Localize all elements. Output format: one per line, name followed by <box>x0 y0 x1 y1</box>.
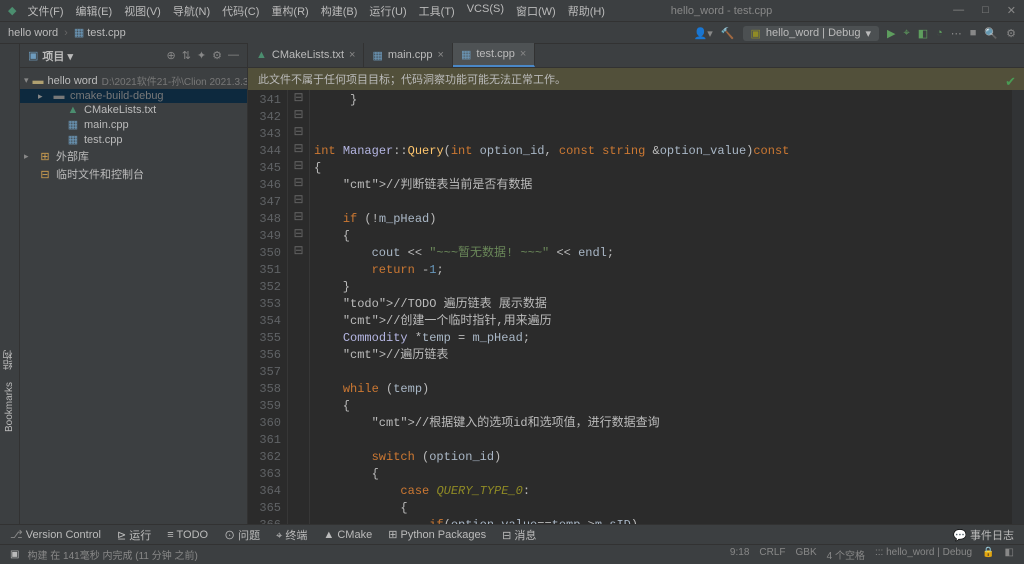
event-log[interactable]: 💬 事件日志 <box>953 527 1014 543</box>
hide-icon[interactable]: — <box>228 49 239 62</box>
menu-file[interactable]: 文件(F) <box>22 1 68 21</box>
gear-icon[interactable]: ⚙ <box>212 49 222 62</box>
status-context[interactable]: ::: hello_word | Debug <box>875 547 972 562</box>
warning-bar[interactable]: 此文件不属于任何项目目标；代码洞察功能可能无法正常工作。 <box>248 68 1024 90</box>
cpp-icon: ▦ <box>74 26 84 39</box>
close-icon[interactable]: ✕ <box>1007 4 1016 17</box>
editor: ▲ CMakeLists.txt × ▦ main.cpp × ▦ test.c… <box>248 44 1024 524</box>
tab-messages[interactable]: ⊟ 消息 <box>502 527 536 543</box>
tab-terminal[interactable]: ⌖ 终端 <box>276 527 307 543</box>
cpp-icon: ▦ <box>372 49 382 62</box>
bottom-toolwindow-bar: ⎇ Version Control ⊵ 运行 ≡ TODO ⊙ 问题 ⌖ 终端 … <box>0 524 1024 544</box>
left-toolwindow-bar: 结构 Bookmarks <box>0 44 20 524</box>
coverage-icon[interactable]: ◧ <box>918 27 928 40</box>
menu-run[interactable]: 运行(U) <box>364 1 411 21</box>
tab-test[interactable]: ▦ test.cpp × <box>453 43 535 67</box>
status-ide-icon[interactable]: ◧ <box>1005 547 1014 562</box>
code-area: 3413423433443453463473483493503513523533… <box>248 90 1024 524</box>
breadcrumb-sep: › <box>64 27 68 39</box>
tab-todo[interactable]: ≡ TODO <box>167 529 208 541</box>
tree-external[interactable]: ▸⊞ 外部库 <box>20 147 247 165</box>
close-icon[interactable]: × <box>520 48 526 60</box>
debug-icon[interactable]: ⌖ <box>904 27 910 40</box>
settings-icon[interactable]: ⚙ <box>1006 27 1016 40</box>
tool-structure[interactable]: 结构 <box>0 344 19 376</box>
status-position[interactable]: 9:18 <box>730 547 749 562</box>
breadcrumb-file[interactable]: test.cpp <box>87 27 126 39</box>
menu-edit[interactable]: 编辑(E) <box>71 1 118 21</box>
menu-window[interactable]: 窗口(W) <box>511 1 561 21</box>
attach-icon[interactable]: ⋯ <box>951 27 962 40</box>
search-icon[interactable]: 🔍 <box>984 27 998 40</box>
stop-icon[interactable]: ■ <box>970 27 977 39</box>
window-title: hello_word - test.cpp <box>610 5 953 17</box>
menu-bar: 文件(F) 编辑(E) 视图(V) 导航(N) 代码(C) 重构(R) 构建(B… <box>22 1 610 21</box>
maximize-icon[interactable]: □ <box>982 4 989 17</box>
menu-refactor[interactable]: 重构(R) <box>266 1 313 21</box>
show-tools-icon[interactable]: ▣ <box>10 549 19 560</box>
build-hammer-icon[interactable]: 🔨 <box>721 27 735 40</box>
tool-bookmarks[interactable]: Bookmarks <box>2 376 17 438</box>
cpp-icon: ▦ <box>461 48 471 61</box>
tab-cmake[interactable]: ▲ CMake <box>323 529 372 541</box>
breadcrumb-project[interactable]: hello word <box>8 27 58 39</box>
tab-run[interactable]: ⊵ 运行 <box>117 527 151 543</box>
sidebar-header: ▣ 项目 ▾ ⊕ ⇅ ✦ ⚙ — <box>20 44 247 68</box>
tab-python-packages[interactable]: ⊞ Python Packages <box>388 528 486 541</box>
tab-main[interactable]: ▦ main.cpp × <box>364 43 452 67</box>
collapse-icon[interactable]: ✦ <box>197 49 206 62</box>
code-editor[interactable]: } int Manager::Query(int option_id, cons… <box>310 90 1012 524</box>
status-line-sep[interactable]: CRLF <box>759 547 785 562</box>
run-config[interactable]: ▣hello_word | Debug▾ <box>743 26 880 41</box>
expand-icon[interactable]: ⇅ <box>182 49 191 62</box>
project-sidebar: ▣ 项目 ▾ ⊕ ⇅ ✦ ⚙ — ▾▬ hello word D:\2021软件… <box>20 44 248 524</box>
menu-help[interactable]: 帮助(H) <box>563 1 610 21</box>
menu-view[interactable]: 视图(V) <box>119 1 166 21</box>
menu-tools[interactable]: 工具(T) <box>414 1 460 21</box>
analysis-ok-icon[interactable]: ✔ <box>1005 74 1016 90</box>
tree-root[interactable]: ▾▬ hello word D:\2021软件21-孙\Clion 2021.3… <box>20 72 247 89</box>
titlebar: ◆ 文件(F) 编辑(E) 视图(V) 导航(N) 代码(C) 重构(R) 构建… <box>0 0 1024 22</box>
tree-cmake-debug[interactable]: ▸▬ cmake-build-debug <box>20 89 247 103</box>
tree-scratch[interactable]: ⊟ 临时文件和控制台 <box>20 165 247 183</box>
tree-main-cpp[interactable]: ▦ main.cpp <box>20 117 247 132</box>
run-icon[interactable]: ▶ <box>887 27 895 40</box>
menu-code[interactable]: 代码(C) <box>217 1 264 21</box>
menu-vcs[interactable]: VCS(S) <box>462 1 509 21</box>
main: 结构 Bookmarks ▣ 项目 ▾ ⊕ ⇅ ✦ ⚙ — ▾▬ hello w… <box>0 44 1024 524</box>
close-icon[interactable]: × <box>438 49 444 61</box>
sidebar-title[interactable]: 项目 ▾ <box>42 48 166 64</box>
profile-icon[interactable]: ◔ <box>936 27 943 39</box>
project-tree: ▾▬ hello word D:\2021软件21-孙\Clion 2021.3… <box>20 68 247 187</box>
scrollbar-map[interactable] <box>1012 90 1024 524</box>
tree-test-cpp[interactable]: ▦ test.cpp <box>20 132 247 147</box>
menu-navigate[interactable]: 导航(N) <box>168 1 215 21</box>
tree-cmakelists[interactable]: ▲ CMakeLists.txt <box>20 103 247 117</box>
window-controls: — □ ✕ <box>953 4 1016 17</box>
tab-version-control[interactable]: ⎇ Version Control <box>10 528 101 541</box>
cmake-icon: ▲ <box>256 49 267 61</box>
minimize-icon[interactable]: — <box>953 4 964 17</box>
status-bar: ▣ 构建 在 141毫秒 内完成 (11 分钟 之前) 9:18 CRLF GB… <box>0 544 1024 564</box>
app-icon: ◆ <box>8 4 16 17</box>
tab-cmakelists[interactable]: ▲ CMakeLists.txt × <box>248 43 364 67</box>
status-build: 构建 在 141毫秒 内完成 (11 分钟 之前) <box>27 547 729 562</box>
select-opened-icon[interactable]: ⊕ <box>166 49 175 62</box>
user-icon[interactable]: 👤▾ <box>694 27 713 40</box>
project-icon: ▣ <box>28 49 38 62</box>
editor-tabs: ▲ CMakeLists.txt × ▦ main.cpp × ▦ test.c… <box>248 44 1024 68</box>
status-indent[interactable]: 4 个空格 <box>827 547 865 562</box>
line-numbers: 3413423433443453463473483493503513523533… <box>248 90 288 524</box>
menu-build[interactable]: 构建(B) <box>316 1 363 21</box>
status-encoding[interactable]: GBK <box>796 547 817 562</box>
fold-gutter[interactable]: ⊟⊟⊟⊟⊟⊟⊟⊟⊟⊟ <box>288 90 310 524</box>
tab-problems[interactable]: ⊙ 问题 <box>224 527 260 543</box>
close-icon[interactable]: × <box>349 49 355 61</box>
status-lock-icon[interactable]: 🔒 <box>982 547 994 562</box>
toolbar: 👤▾ 🔨 ▣hello_word | Debug▾ ▶ ⌖ ◧ ◔ ⋯ ■ 🔍 … <box>694 22 1016 44</box>
